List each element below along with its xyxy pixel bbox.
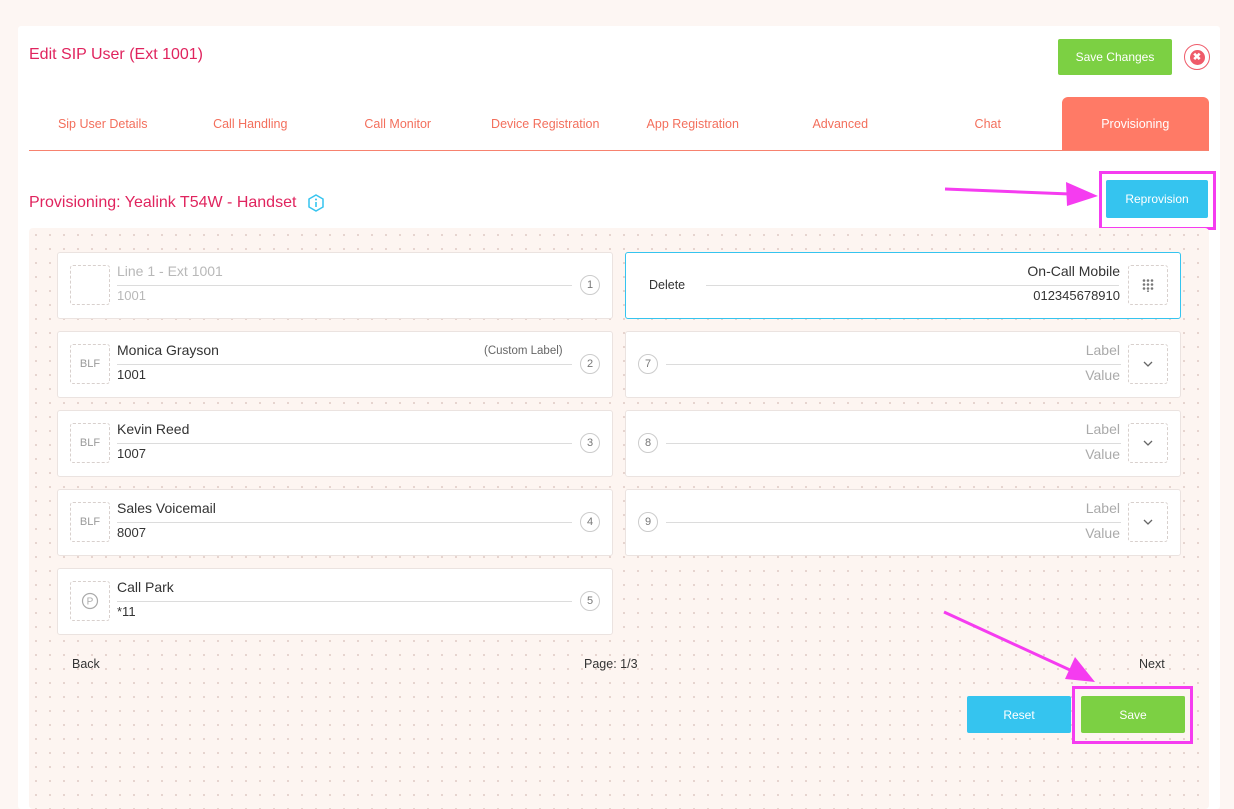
- delete-link[interactable]: Delete: [649, 278, 685, 292]
- page-indicator: Page: 1/3: [584, 657, 638, 671]
- custom-label-tag: (Custom Label): [484, 345, 563, 357]
- key-value: 8007: [117, 525, 146, 540]
- key-card-2[interactable]: BLF Monica Grayson (Custom Label) 1001 2: [57, 331, 613, 398]
- tab-advanced[interactable]: Advanced: [767, 97, 915, 150]
- tab-bar: Sip User Details Call Handling Call Moni…: [29, 97, 1209, 151]
- key-label: Sales Voicemail: [117, 500, 216, 516]
- key-value: 1007: [117, 446, 146, 461]
- tab-provisioning[interactable]: Provisioning: [1061, 97, 1209, 150]
- save-changes-button[interactable]: Save Changes: [1058, 39, 1172, 75]
- key-card-5[interactable]: P Call Park *11 5: [57, 568, 613, 635]
- key-value: 1001: [117, 288, 146, 303]
- key-card-7[interactable]: 7 Label Value: [625, 331, 1181, 398]
- key-label: Label: [1085, 421, 1120, 437]
- key-number: 5: [580, 591, 600, 611]
- key-type-dropdown[interactable]: [1128, 423, 1168, 463]
- key-label: On-Call Mobile: [1027, 263, 1120, 279]
- key-value: Value: [1085, 525, 1120, 541]
- key-number: 1: [580, 275, 600, 295]
- key-value: Value: [1085, 446, 1120, 462]
- key-label: Label: [1085, 342, 1120, 358]
- provisioning-title-text: Provisioning: Yealink T54W - Handset: [29, 194, 297, 211]
- key-number: 3: [580, 433, 600, 453]
- page-title: Edit SIP User (Ext 1001): [29, 46, 203, 63]
- key-card-6-selected[interactable]: Delete On-Call Mobile 012345678910: [625, 252, 1181, 319]
- park-icon: P: [81, 592, 99, 610]
- svg-text:P: P: [87, 597, 94, 608]
- key-number: 4: [580, 512, 600, 532]
- key-divider: [117, 601, 572, 602]
- key-label: Line 1 - Ext 1001: [117, 263, 223, 279]
- key-value: *11: [117, 604, 136, 619]
- key-label: Call Park: [117, 579, 174, 595]
- key-card-4[interactable]: BLF Sales Voicemail 8007 4: [57, 489, 613, 556]
- chevron-down-icon: [1143, 361, 1153, 367]
- key-divider: [117, 443, 572, 444]
- info-icon[interactable]: [307, 194, 325, 212]
- key-divider: [706, 285, 1119, 286]
- close-icon: ✖: [1189, 49, 1205, 65]
- key-type-box[interactable]: [70, 265, 110, 305]
- key-number: 2: [580, 354, 600, 374]
- key-card-9[interactable]: 9 Label Value: [625, 489, 1181, 556]
- key-divider: [666, 522, 1121, 523]
- key-type-box[interactable]: P: [70, 581, 110, 621]
- provisioning-title: Provisioning: Yealink T54W - Handset: [29, 194, 325, 212]
- key-divider: [117, 364, 572, 365]
- tab-app-registration[interactable]: App Registration: [619, 97, 767, 150]
- tab-call-handling[interactable]: Call Handling: [177, 97, 325, 150]
- key-divider: [117, 522, 572, 523]
- key-number: 7: [638, 354, 658, 374]
- key-number: 9: [638, 512, 658, 532]
- tab-device-registration[interactable]: Device Registration: [472, 97, 620, 150]
- key-divider: [666, 443, 1121, 444]
- key-number: 8: [638, 433, 658, 453]
- tab-sip-user-details[interactable]: Sip User Details: [29, 97, 177, 150]
- key-label: Label: [1085, 500, 1120, 516]
- tab-call-monitor[interactable]: Call Monitor: [324, 97, 472, 150]
- key-card-8[interactable]: 8 Label Value: [625, 410, 1181, 477]
- key-value: 012345678910: [1033, 288, 1120, 303]
- key-type-dropdown[interactable]: [1128, 344, 1168, 384]
- dialpad-button[interactable]: [1128, 265, 1168, 305]
- key-type-box[interactable]: BLF: [70, 423, 110, 463]
- reset-button[interactable]: Reset: [967, 696, 1071, 733]
- key-card-3[interactable]: BLF Kevin Reed 1007 3: [57, 410, 613, 477]
- tab-chat[interactable]: Chat: [914, 97, 1062, 150]
- key-divider: [117, 285, 572, 286]
- key-label: Monica Grayson: [117, 342, 219, 358]
- key-value: 1001: [117, 367, 146, 382]
- save-button[interactable]: Save: [1081, 696, 1185, 733]
- reprovision-button[interactable]: Reprovision: [1106, 180, 1208, 218]
- next-link[interactable]: Next: [1139, 657, 1165, 671]
- key-label: Kevin Reed: [117, 421, 190, 437]
- key-type-dropdown[interactable]: [1128, 502, 1168, 542]
- key-value: Value: [1085, 367, 1120, 383]
- key-card-1[interactable]: Line 1 - Ext 1001 1001 1: [57, 252, 613, 319]
- back-link[interactable]: Back: [72, 657, 100, 671]
- chevron-down-icon: [1143, 519, 1153, 525]
- key-type-box[interactable]: BLF: [70, 344, 110, 384]
- close-button[interactable]: ✖: [1184, 44, 1210, 70]
- dialpad-icon: [1142, 279, 1154, 292]
- key-divider: [666, 364, 1121, 365]
- chevron-down-icon: [1143, 440, 1153, 446]
- key-type-box[interactable]: BLF: [70, 502, 110, 542]
